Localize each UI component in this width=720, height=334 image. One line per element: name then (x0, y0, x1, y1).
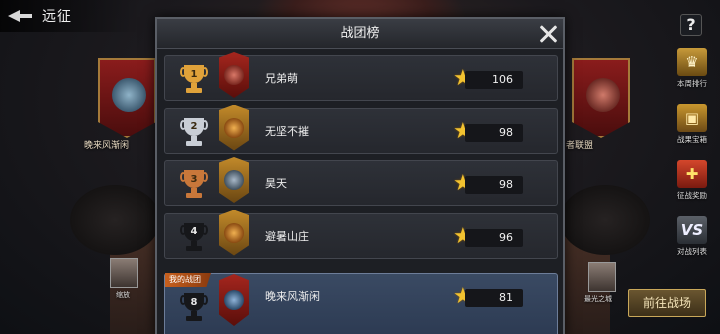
rank-badge: 4 (177, 220, 211, 254)
rank-badge: 3 (177, 167, 211, 201)
rank-number: 1 (184, 65, 204, 83)
right-team-banner[interactable] (572, 58, 630, 138)
left-team-banner[interactable] (98, 58, 156, 138)
player-portrait-left-label: 缩放 (116, 291, 130, 299)
modal-title: 战团榜 (157, 19, 563, 49)
go-to-battlefield-button[interactable]: 前往战场 (628, 289, 706, 317)
octopus-emblem-icon (219, 274, 249, 326)
ranking-row[interactable]: 4 避暑山庄 ★ 96 (164, 209, 558, 259)
gift-icon: ✚ (677, 160, 707, 188)
sidebar-item-label: 征战奖励 (677, 191, 707, 200)
octopus-emblem-icon (112, 78, 146, 112)
trophy-icon: 8 (180, 291, 208, 323)
sidebar-item-battle-list[interactable]: VS 对战列表 (670, 216, 714, 264)
help-button[interactable]: ? (680, 14, 702, 36)
rank-badge: 8 (177, 290, 211, 324)
tiger-emblem-icon (219, 209, 249, 256)
sidebar-item-label: 对战列表 (677, 247, 707, 256)
ranking-list: 1 兄弟萌 ★ 106 2 无坚不摧 ★ 98 3 昊天 ★ 98 4 避暑山庄… (164, 52, 558, 265)
rank-number: 3 (184, 170, 204, 188)
gold-trophy-icon: 1 (180, 63, 208, 95)
back-arrow-icon[interactable] (6, 6, 34, 26)
sidebar-item-weekly-rank[interactable]: ♛ 本周排行 (670, 48, 714, 96)
rank-badge: 2 (177, 115, 211, 149)
left-team-label: 晚来风渐闲 (84, 141, 130, 151)
background-hand-right (560, 185, 650, 255)
trophy-icon: ♛ (677, 48, 707, 76)
sidebar-item-label: 本周排行 (677, 79, 707, 88)
team-name: 兄弟萌 (265, 72, 298, 85)
silver-trophy-icon: 2 (180, 116, 208, 148)
ranking-row[interactable]: 2 无坚不摧 ★ 98 (164, 104, 558, 154)
close-icon[interactable] (537, 23, 559, 45)
team-name: 无坚不摧 (265, 124, 309, 138)
wolf-emblem-icon (219, 157, 249, 203)
team-ranking-modal: 战团榜 1 兄弟萌 ★ 106 2 无坚不摧 ★ 98 3 昊天 ★ 98 4 … (155, 17, 565, 334)
team-name: 昊天 (265, 177, 287, 190)
top-bar: 远征 (0, 0, 140, 32)
trophy-icon: 4 (180, 221, 208, 253)
right-team-label: 者联盟 (566, 141, 594, 151)
right-sidebar: ♛ 本周排行 ▣ 战果宝箱 ✚ 征战奖励 VS 对战列表 (670, 48, 714, 272)
player-portrait-left[interactable] (110, 258, 138, 288)
rank-number: 2 (184, 117, 204, 136)
team-score: 106 (465, 71, 523, 89)
rank-badge: 1 (177, 62, 211, 96)
bull-emblem-icon (586, 78, 620, 112)
page-title: 远征 (42, 9, 72, 25)
bronze-trophy-icon: 3 (180, 168, 208, 200)
bull-emblem-icon (219, 52, 249, 98)
my-team-row[interactable]: 我的战团 8 晚来风渐闲 ★ 81 (164, 273, 558, 334)
vs-icon: VS (677, 216, 707, 244)
team-score: 81 (465, 289, 523, 307)
sidebar-item-rewards[interactable]: ✚ 征战奖励 (670, 160, 714, 208)
rank-number: 8 (184, 293, 204, 311)
team-name: 避暑山庄 (265, 229, 309, 243)
player-portrait-right-label: 最光之城 (584, 295, 612, 303)
ranking-row[interactable]: 1 兄弟萌 ★ 106 (164, 52, 558, 101)
sidebar-item-label: 战果宝箱 (677, 135, 707, 144)
my-team-tag: 我的战团 (165, 273, 211, 287)
team-name: 晚来风渐闲 (265, 290, 320, 303)
chest-icon: ▣ (677, 104, 707, 132)
tiger-emblem-icon (219, 104, 249, 151)
team-score: 98 (465, 176, 523, 194)
player-portrait-right[interactable] (588, 262, 616, 292)
team-score: 98 (465, 123, 523, 142)
sidebar-item-chest[interactable]: ▣ 战果宝箱 (670, 104, 714, 152)
team-score: 96 (465, 228, 523, 247)
rank-number: 4 (184, 222, 204, 241)
ranking-row[interactable]: 3 昊天 ★ 98 (164, 157, 558, 206)
background-hand-left (70, 185, 160, 255)
